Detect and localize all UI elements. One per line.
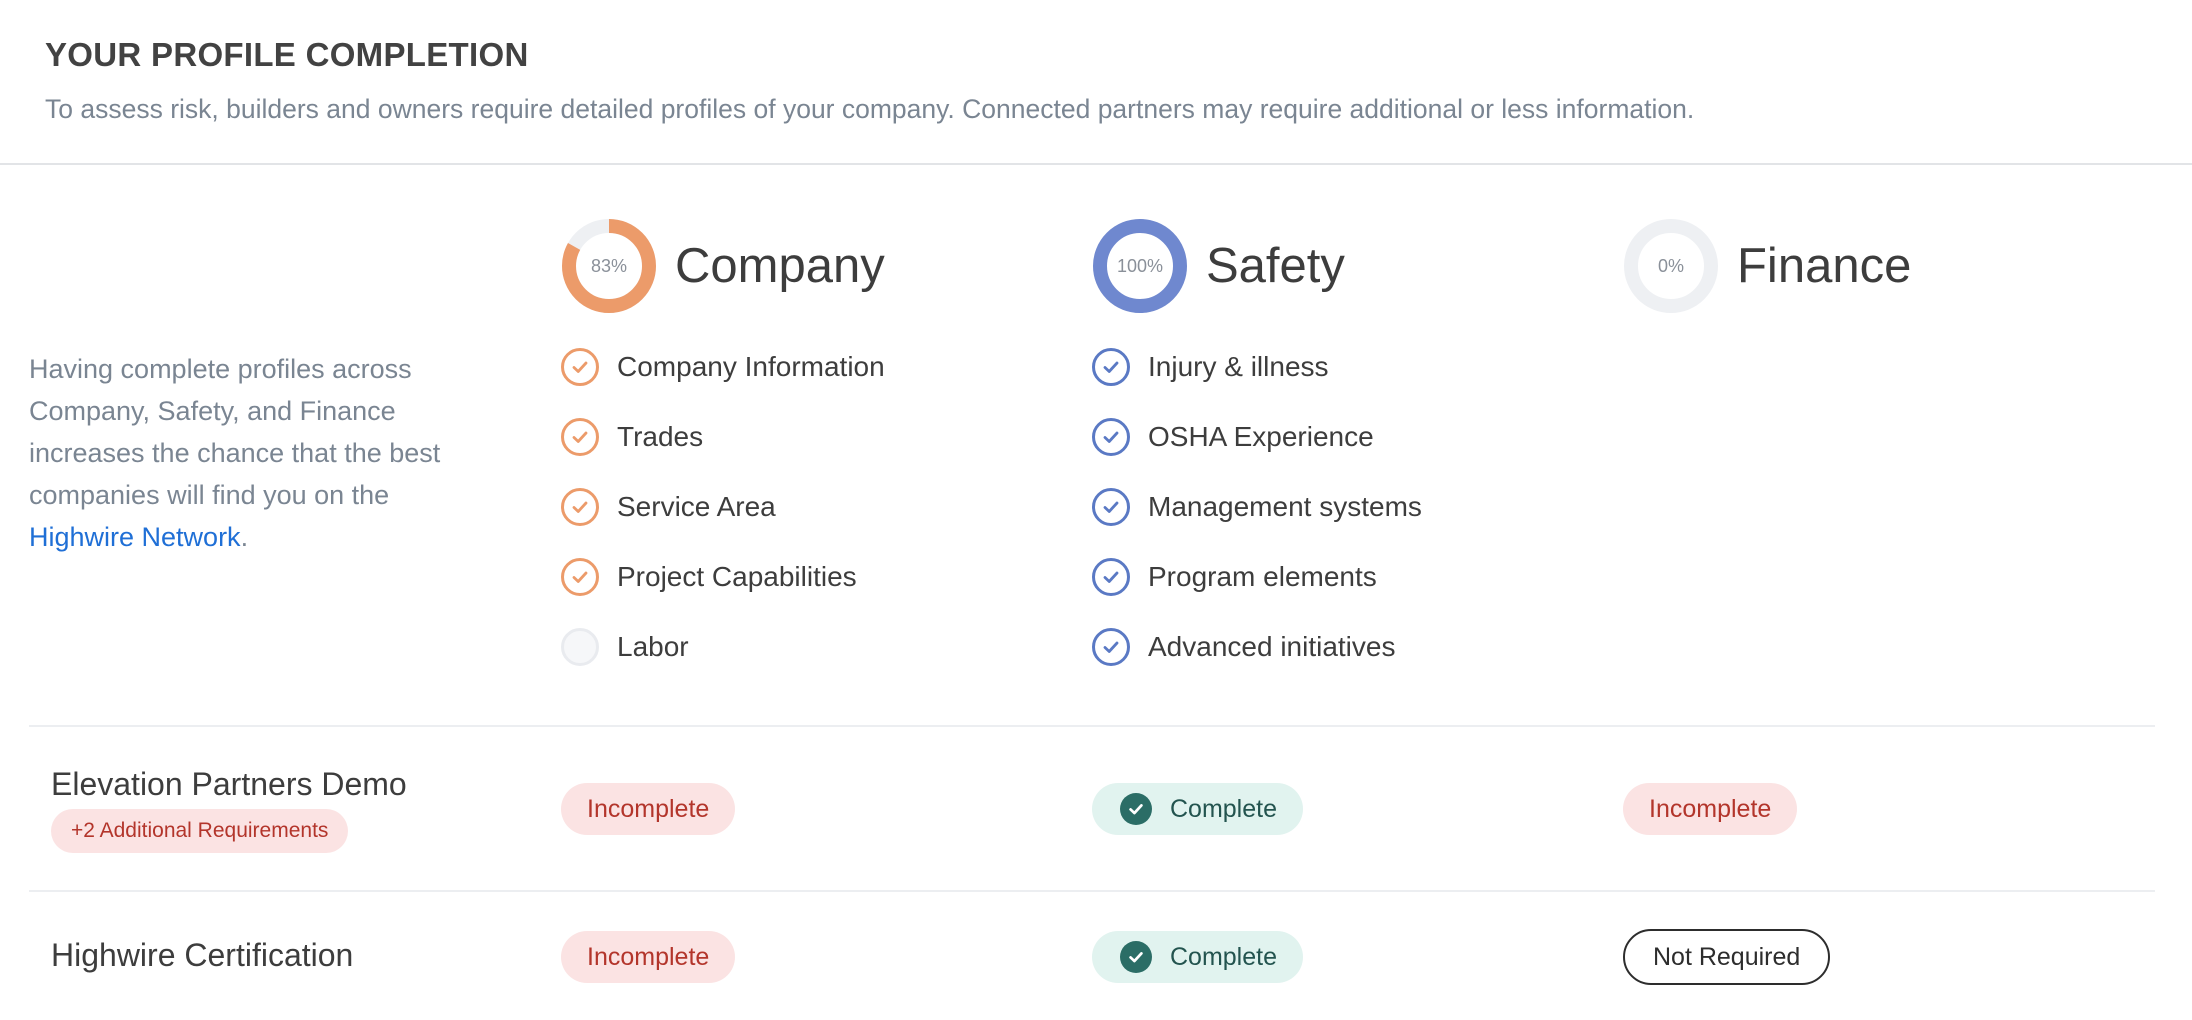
row-divider xyxy=(29,890,2155,892)
safety-title: Safety xyxy=(1206,239,1345,293)
company-percent: 83% xyxy=(590,256,628,276)
check-circle-icon xyxy=(561,488,599,526)
checklist-item-osha-experience[interactable]: OSHA Experience xyxy=(1092,418,1422,488)
checklist-item-label: Project Capabilities xyxy=(617,561,857,592)
status-label: Complete xyxy=(1170,795,1277,823)
page-title: YOUR PROFILE COMPLETION xyxy=(45,36,529,73)
checklist-item-label: Program elements xyxy=(1148,561,1377,592)
row-name-highwire-certification: Highwire Certification xyxy=(51,937,354,973)
company-checklist: Company Information Trades Service Area … xyxy=(561,348,885,698)
company-status-badge[interactable]: Incomplete xyxy=(561,931,736,983)
checklist-item-label: Advanced initiatives xyxy=(1148,631,1396,662)
check-circle-icon xyxy=(1092,348,1130,386)
checklist-item-label: Labor xyxy=(617,631,689,662)
finance-title: Finance xyxy=(1737,239,1912,293)
safety-progress-ring: 100% xyxy=(1092,218,1188,314)
check-circle-icon xyxy=(1092,488,1130,526)
company-column-header: 83% Company xyxy=(561,218,885,314)
checklist-item-label: OSHA Experience xyxy=(1148,421,1374,452)
checklist-item-program-elements[interactable]: Program elements xyxy=(1092,558,1422,628)
highwire-network-link[interactable]: Highwire Network xyxy=(29,522,241,552)
finance-percent: 0% xyxy=(1657,256,1684,276)
checklist-item-advanced-initiatives[interactable]: Advanced initiatives xyxy=(1092,628,1422,698)
checklist-item-label: Service Area xyxy=(617,491,776,522)
check-circle-icon xyxy=(1092,628,1130,666)
intro-body: Having complete profiles across Company,… xyxy=(29,354,441,510)
checklist-item-label: Management systems xyxy=(1148,491,1422,522)
company-status-badge[interactable]: Incomplete xyxy=(561,783,736,835)
check-circle-icon xyxy=(1092,418,1130,456)
company-title: Company xyxy=(675,239,885,293)
company-progress-ring: 83% xyxy=(561,218,657,314)
status-label: Complete xyxy=(1170,943,1277,971)
page-subtitle: To assess risk, builders and owners requ… xyxy=(45,94,1695,124)
checklist-item-service-area[interactable]: Service Area xyxy=(561,488,885,558)
checklist-item-label: Injury & illness xyxy=(1148,351,1329,382)
finance-progress-ring: 0% xyxy=(1623,218,1719,314)
safety-checklist: Injury & illness OSHA Experience Managem… xyxy=(1092,348,1422,698)
finance-status-badge[interactable]: Incomplete xyxy=(1623,783,1798,835)
check-filled-icon xyxy=(1120,941,1152,973)
safety-status-badge[interactable]: Complete xyxy=(1092,783,1303,835)
finance-column-header: 0% Finance xyxy=(1623,218,1911,314)
checklist-item-company-information[interactable]: Company Information xyxy=(561,348,885,418)
check-filled-icon xyxy=(1120,793,1152,825)
profile-completion-header: YOUR PROFILE COMPLETION To assess risk, … xyxy=(0,0,2192,165)
checklist-item-injury-illness[interactable]: Injury & illness xyxy=(1092,348,1422,418)
checklist-item-label: Company Information xyxy=(617,351,885,382)
safety-percent: 100% xyxy=(1116,256,1164,276)
intro-text: Having complete profiles across Company,… xyxy=(29,348,499,558)
check-circle-icon xyxy=(561,558,599,596)
row-divider xyxy=(29,725,2155,727)
intro-suffix: . xyxy=(240,522,249,552)
checklist-item-management-systems[interactable]: Management systems xyxy=(1092,488,1422,558)
checklist-item-trades[interactable]: Trades xyxy=(561,418,885,488)
additional-requirements-badge[interactable]: +2 Additional Requirements xyxy=(51,809,349,853)
check-circle-icon xyxy=(561,348,599,386)
safety-status-badge[interactable]: Complete xyxy=(1092,931,1303,983)
check-circle-icon xyxy=(1092,558,1130,596)
checklist-item-project-capabilities[interactable]: Project Capabilities xyxy=(561,558,885,628)
check-circle-icon xyxy=(561,418,599,456)
safety-column-header: 100% Safety xyxy=(1092,218,1345,314)
empty-circle-icon xyxy=(561,628,599,666)
checklist-item-label: Trades xyxy=(617,421,704,452)
row-name-elevation-partners: Elevation Partners Demo xyxy=(51,766,407,802)
checklist-item-labor[interactable]: Labor xyxy=(561,628,885,698)
finance-status-badge[interactable]: Not Required xyxy=(1623,929,1831,985)
